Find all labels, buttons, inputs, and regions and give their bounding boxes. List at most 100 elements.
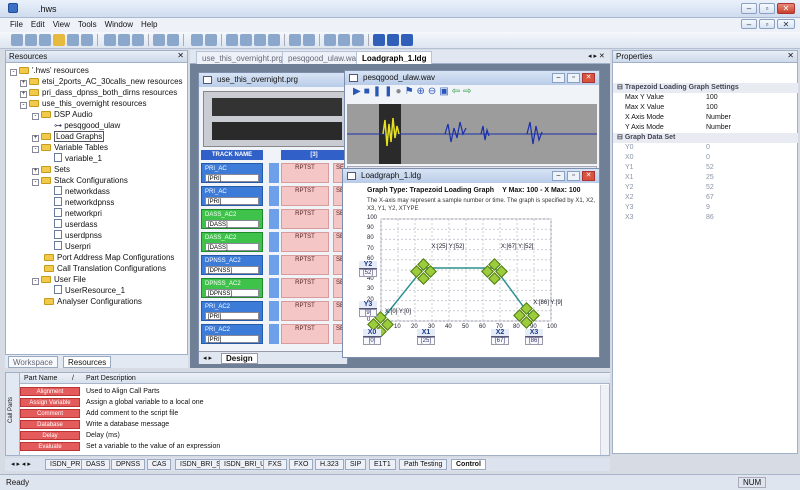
rptst-part[interactable]: RPTST [281,278,329,298]
grid-icon[interactable] [253,34,266,46]
redo-icon[interactable] [167,34,180,46]
tree-item-selected[interactable]: + Load Graphs [32,131,105,142]
protocol-tab[interactable]: H.323 [315,459,344,470]
tree-item[interactable]: Analyser Configurations [44,296,142,307]
dataset-row[interactable]: X0 0 [613,153,798,163]
property-value[interactable]: Number [706,113,731,123]
tree-item[interactable]: - DSP Audio [32,109,93,120]
tree-item[interactable]: UserResource_1 [54,285,125,296]
tree-item[interactable]: networkdpnss [54,197,114,208]
mdi-restore-button[interactable]: ▫ [759,19,775,29]
tree-item[interactable]: ⊶ pesqgood_ulaw [54,120,120,131]
save-all-icon[interactable] [81,34,94,46]
parts-scrollbar[interactable] [600,385,609,455]
zoom-icon[interactable] [204,34,217,46]
mdi-close-button[interactable]: ✕ [777,19,795,29]
layout2-icon[interactable] [386,34,399,46]
layout3-icon[interactable] [400,34,413,46]
protocol-tab[interactable]: Control [451,459,486,470]
pause-icon[interactable]: ❚❚ [373,86,396,97]
property-row[interactable]: X Axis Mode Number [613,113,798,123]
protocol-tab[interactable]: Path Testing [399,459,448,470]
property-value[interactable]: 100 [706,93,718,103]
track-item[interactable]: PRI_AC2 [PRI] [201,301,263,321]
tree-item[interactable]: userdass [54,219,97,230]
tree-item[interactable]: - User File [32,274,86,285]
tree-item[interactable]: networkdass [54,186,110,197]
tree-item[interactable]: Call Translation Configurations [44,263,166,274]
cut-icon[interactable] [104,34,117,46]
dataset-row[interactable]: X1 25 [613,173,798,183]
tree-item[interactable]: Userpri [54,241,91,252]
property-value[interactable]: 9 [706,203,710,213]
new-doc-icon[interactable] [39,34,52,46]
property-value[interactable]: 86 [706,213,714,223]
close-button[interactable]: ✕ [777,3,795,14]
play-icon[interactable]: ▶ [353,86,364,97]
part-button[interactable]: Comment [20,409,80,418]
track-item[interactable]: DPNSS_AC2 [DPNSS] [201,278,263,298]
property-value[interactable]: 67 [706,193,714,203]
value-badge[interactable]: X0 [0] [363,329,381,345]
forward-icon[interactable]: ⇨ [463,86,474,97]
new-multi-icon[interactable] [25,34,38,46]
property-value[interactable]: 0 [706,143,710,153]
part-button[interactable]: Evaluate [20,442,80,451]
dataset-row[interactable]: Y0 0 [613,143,798,153]
value-badge[interactable]: X2 [67] [491,329,509,345]
tree-item[interactable]: - Variable Tables [32,142,108,153]
value-badge[interactable]: Y3 [9] [359,301,377,317]
track-item[interactable]: PRI_AC2 [PRI] [201,324,263,344]
wav-min-button[interactable]: – [552,73,565,83]
run-icon[interactable] [225,34,238,46]
tree-item[interactable]: + Sets [32,164,70,175]
tree-item[interactable]: + pri_dass_dpnss_both_dirns resources [20,87,177,98]
part-button[interactable]: Alignment [20,387,80,396]
wav-max-button[interactable]: ▫ [567,73,580,83]
dataset-row[interactable]: Y3 9 [613,203,798,213]
rptst-part[interactable]: RPTST [281,163,329,183]
new-icon[interactable] [11,34,24,46]
rptst-part[interactable]: RPTST [281,232,329,252]
scroll-arrows-icon[interactable]: ◂ ▸ [203,354,212,362]
tool2-icon[interactable] [267,34,280,46]
menu-window[interactable]: Window [101,18,137,31]
delete-icon[interactable] [351,34,364,46]
menu-view[interactable]: View [49,18,74,31]
track-item[interactable]: PRI_AC [PRI] [201,186,263,206]
property-value[interactable]: 25 [706,173,714,183]
stop-icon[interactable] [239,34,252,46]
dataset-row[interactable]: Y1 52 [613,163,798,173]
tab-resources[interactable]: Resources [63,356,112,368]
tab-scroll-icon[interactable]: ◂ ▸ ◂ ▸ [11,460,31,468]
rptst-part[interactable]: RPTST [281,186,329,206]
panel-close-icon[interactable]: ✕ [177,51,184,60]
rptst-part[interactable]: RPTST [281,255,329,275]
tree-item[interactable]: Port Address Map Configurations [44,252,174,263]
zoom-out-icon[interactable]: ⊖ [428,86,439,97]
menu-tools[interactable]: Tools [74,18,101,31]
tool4-icon[interactable] [302,34,315,46]
property-value[interactable]: 0 [706,153,710,163]
tree-item[interactable]: - Stack Configurations [32,175,128,186]
protocol-tab[interactable]: E1T1 [369,459,396,470]
protocol-tab[interactable]: DPNSS [111,459,146,470]
open-icon[interactable] [53,34,66,46]
wav-close-button[interactable]: ✕ [582,73,595,83]
tool5-icon[interactable] [323,34,336,46]
paste-icon[interactable] [132,34,145,46]
property-value[interactable]: 52 [706,183,714,193]
property-row[interactable]: Max X Value 100 [613,103,798,113]
stop-icon[interactable]: ■ [364,86,373,97]
rptst-part[interactable]: RPTST [281,324,329,344]
tab-ldg[interactable]: Loadgraph_1.ldg [356,51,433,64]
protocol-tab[interactable]: SIP [345,459,367,470]
protocol-tab[interactable]: DASS [81,459,111,470]
menu-edit[interactable]: Edit [27,18,49,31]
track-item[interactable]: DASS_AC2 [DASS] [201,209,263,229]
tree-item[interactable]: variable_1 [54,153,102,164]
save-icon[interactable] [67,34,80,46]
tab-prg[interactable]: use_this_overnight.prg [196,51,289,64]
value-badge[interactable]: Y2 [52] [359,261,377,277]
protocol-tab[interactable]: CAS [147,459,172,470]
